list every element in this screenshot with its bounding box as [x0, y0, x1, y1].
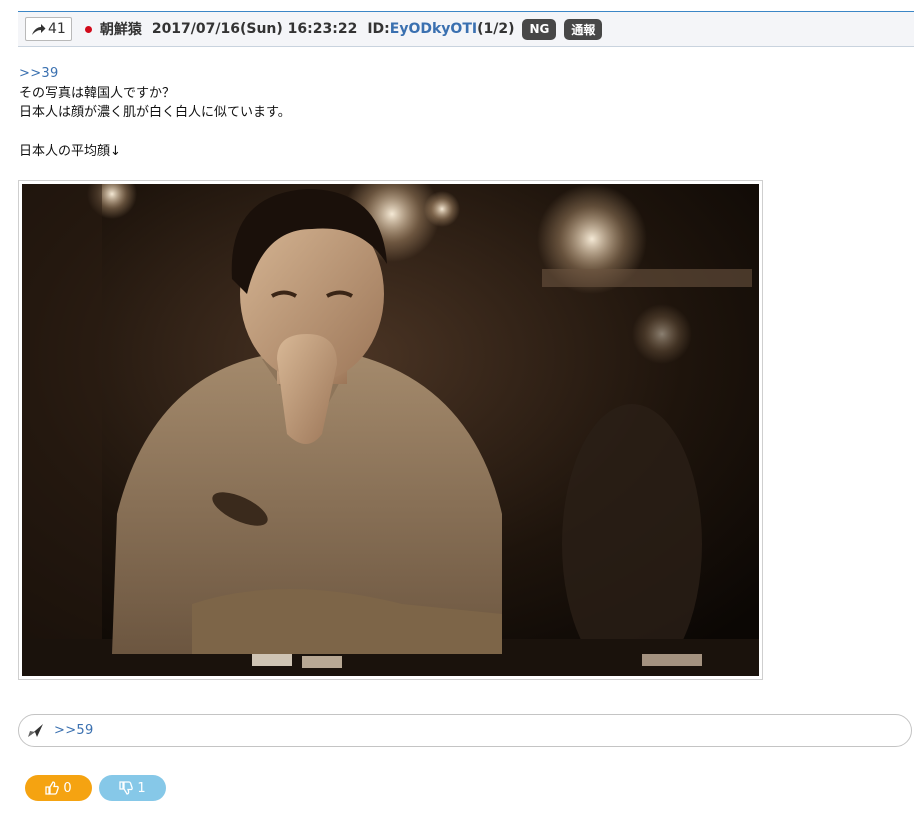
post-id-value[interactable]: EyODkyOTI	[390, 21, 477, 37]
post-number: 41	[48, 21, 66, 37]
reply-arrow-icon	[27, 723, 44, 738]
bad-vote-button[interactable]: 1	[99, 775, 166, 801]
thumbs-down-icon	[119, 781, 134, 795]
post-body: >>39 その写真は韓国人ですか？ 日本人は顔が濃く肌が白く白人に似ています。 …	[19, 64, 291, 162]
post-id-label: ID:	[367, 21, 390, 37]
report-button[interactable]: 通報	[564, 18, 603, 40]
reply-anchor-link[interactable]: >>39	[19, 64, 291, 84]
ng-button[interactable]: NG	[522, 18, 557, 40]
post-id-count: (1/2)	[477, 21, 515, 37]
thumbs-up-icon	[45, 781, 60, 795]
post-text-line: 日本人の平均顔↓	[19, 144, 121, 159]
photo-man-at-bar	[22, 184, 759, 676]
replies-bar[interactable]: >>59	[18, 714, 912, 747]
post-image[interactable]	[18, 180, 763, 680]
post-text-line: 日本人は顔が濃く肌が白く白人に似ています。	[19, 105, 291, 120]
good-vote-button[interactable]: 0	[25, 775, 92, 801]
post-header: 41 朝鮮猿 2017/07/16(Sun) 16:23:22 ID:EyODk…	[18, 11, 914, 47]
good-count: 0	[63, 780, 72, 796]
post-id: ID:EyODkyOTI(1/2)	[367, 21, 514, 37]
author-name: 朝鮮猿	[99, 22, 142, 38]
japan-flag-icon	[84, 24, 94, 34]
post-text-line: その写真は韓国人ですか？	[19, 85, 176, 101]
reply-link[interactable]: >>59	[54, 723, 94, 738]
post-text-blank	[19, 123, 291, 143]
bad-count: 1	[137, 780, 146, 796]
reply-arrow-icon	[32, 23, 46, 35]
post-datetime: 2017/07/16(Sun) 16:23:22	[151, 21, 358, 37]
reply-number-button[interactable]: 41	[25, 17, 72, 41]
